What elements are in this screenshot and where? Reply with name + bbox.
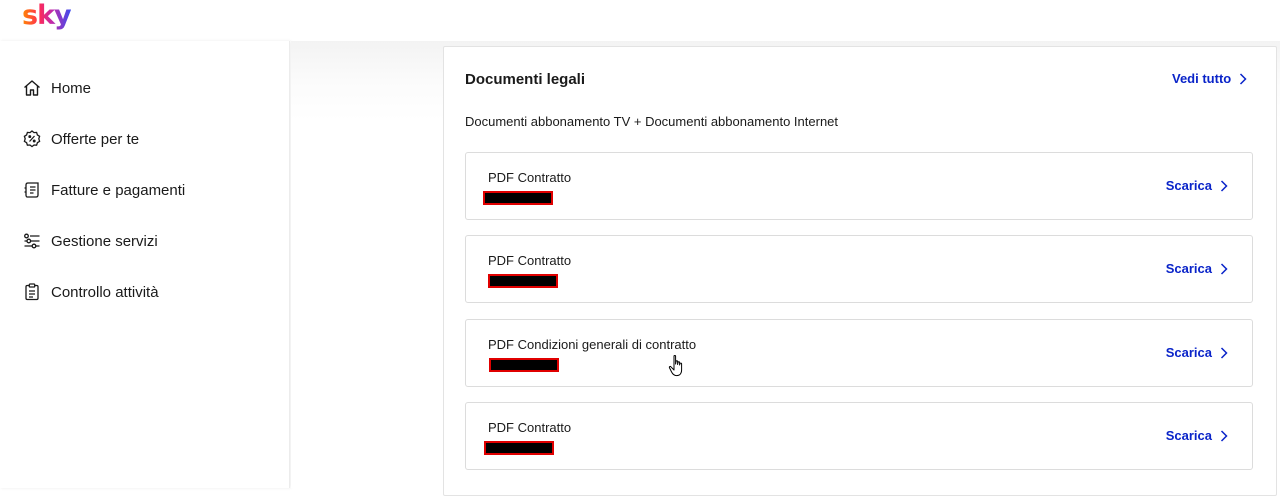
- document-row: PDF Condizioni generali di contratto Sca…: [465, 319, 1253, 387]
- download-label: Scarica: [1165, 345, 1212, 360]
- hand-cursor-icon: [668, 355, 683, 377]
- sidebar-item-label: Fatture e pagamenti: [51, 181, 186, 199]
- home-icon: [22, 78, 42, 98]
- sidebar-item-invoices[interactable]: Fatture e pagamenti: [22, 178, 185, 202]
- sidebar-item-services[interactable]: Gestione servizi: [22, 229, 158, 253]
- chevron-right-icon: [1220, 429, 1228, 442]
- download-label: Scarica: [1165, 178, 1212, 193]
- redacted-block: [484, 441, 554, 455]
- sidebar-item-offers[interactable]: Offerte per te: [22, 127, 139, 151]
- logo-text: sky: [22, 0, 72, 31]
- document-name: PDF Contratto: [488, 253, 572, 268]
- invoice-icon: [22, 180, 42, 200]
- sidebar-item-label: Home: [51, 79, 92, 97]
- sidebar-item-label: Controllo attività: [51, 283, 159, 301]
- sky-logo[interactable]: sky: [22, 0, 72, 32]
- redacted-block: [488, 274, 558, 288]
- document-name: PDF Contratto: [488, 420, 572, 435]
- sidebar-item-activity[interactable]: Controllo attività: [22, 280, 159, 304]
- document-name: PDF Condizioni generali di contratto: [488, 337, 697, 352]
- chevron-right-icon: [1220, 262, 1228, 275]
- see-all-label: Vedi tutto: [1172, 71, 1232, 86]
- chevron-right-icon: [1240, 72, 1247, 85]
- offer-badge-icon: [22, 129, 42, 149]
- section-title: Documenti legali: [465, 71, 586, 88]
- document-name: PDF Contratto: [488, 170, 572, 185]
- section-subtitle: Documenti abbonamento TV + Documenti abb…: [465, 114, 839, 129]
- document-row: PDF Contratto Scarica: [465, 152, 1253, 220]
- download-label: Scarica: [1165, 428, 1212, 443]
- redacted-block: [483, 191, 553, 205]
- download-button[interactable]: Scarica: [1166, 428, 1228, 443]
- sidebar: Home Offerte per te Fatture e pagamenti …: [0, 41, 290, 488]
- download-button[interactable]: Scarica: [1166, 261, 1228, 276]
- document-row: PDF Contratto Scarica: [465, 402, 1253, 470]
- sidebar-item-label: Offerte per te: [51, 130, 140, 148]
- see-all-link[interactable]: Vedi tutto: [1172, 71, 1247, 86]
- chevron-right-icon: [1220, 346, 1228, 359]
- sidebar-item-home[interactable]: Home: [22, 76, 91, 100]
- download-button[interactable]: Scarica: [1166, 345, 1228, 360]
- redacted-block: [489, 358, 559, 372]
- clipboard-icon: [22, 282, 42, 302]
- document-row: PDF Contratto Scarica: [465, 235, 1253, 303]
- sidebar-item-label: Gestione servizi: [51, 232, 158, 250]
- chevron-right-icon: [1220, 179, 1228, 192]
- top-header: sky: [0, 0, 1280, 41]
- download-label: Scarica: [1165, 261, 1212, 276]
- sliders-icon: [22, 231, 42, 251]
- download-button[interactable]: Scarica: [1166, 178, 1228, 193]
